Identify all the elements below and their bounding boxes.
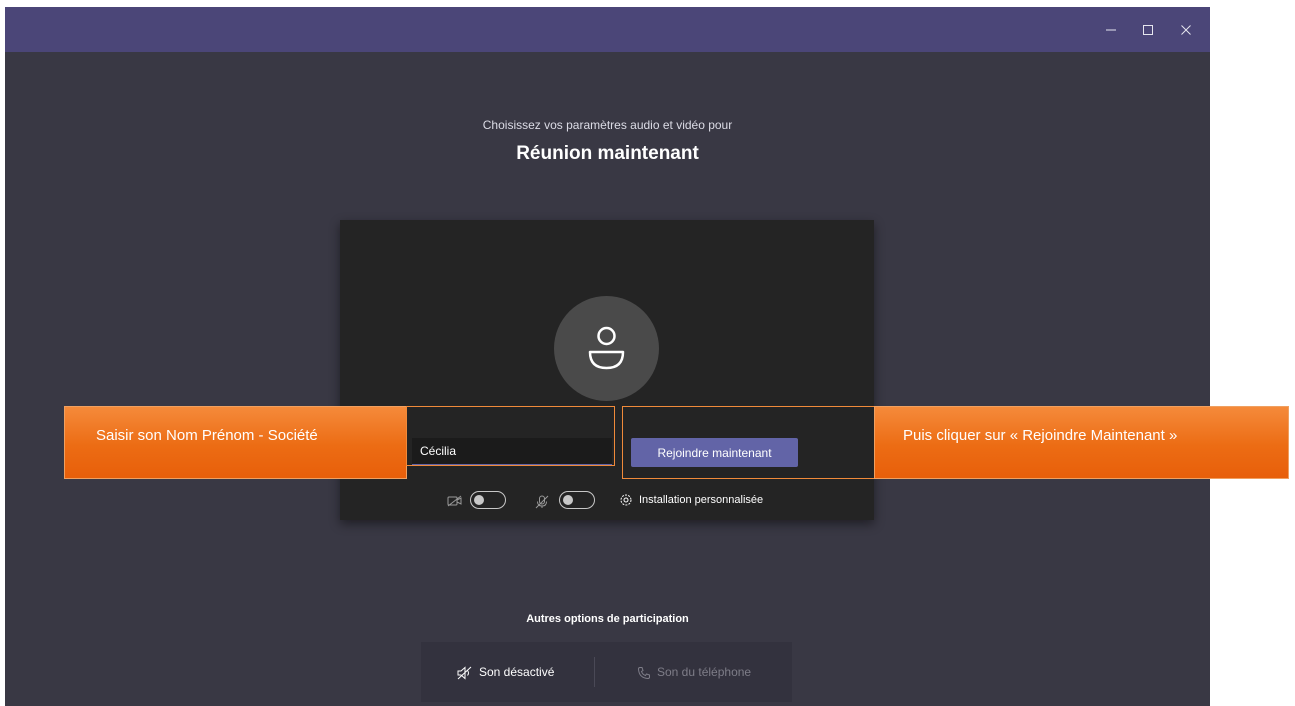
- maximize-button[interactable]: [1135, 19, 1161, 41]
- join-callout: Puis cliquer sur « Rejoindre Maintenant …: [874, 406, 1289, 479]
- avatar: [554, 296, 659, 401]
- title-bar: [5, 7, 1210, 52]
- name-callout: Saisir son Nom Prénom - Société: [64, 406, 407, 479]
- minimize-icon: [1106, 29, 1116, 31]
- mic-toggle[interactable]: [559, 491, 595, 509]
- name-input-highlight: [406, 406, 615, 466]
- mic-off-icon: [535, 495, 549, 509]
- custom-setup-button[interactable]: Installation personnalisée: [619, 491, 763, 509]
- phone-audio-option[interactable]: Son du téléphone: [637, 663, 751, 681]
- phone-audio-label: Son du téléphone: [657, 665, 752, 679]
- video-off-icon: [447, 495, 462, 507]
- minimize-button[interactable]: [1098, 19, 1124, 41]
- options-divider: [594, 657, 595, 687]
- audio-off-label: Son désactivé: [479, 665, 555, 679]
- other-options-heading: Autres options de participation: [526, 613, 689, 625]
- teams-window: Choisissez vos paramètres audio et vidéo…: [5, 7, 1210, 706]
- close-icon: [1181, 25, 1191, 35]
- meeting-title: Réunion maintenant: [516, 143, 699, 164]
- name-callout-text: Saisir son Nom Prénom - Société: [96, 427, 318, 444]
- mic-toggle-knob: [563, 495, 573, 505]
- gear-icon: [620, 494, 632, 506]
- join-button-highlight: [622, 406, 875, 479]
- custom-setup-label: Installation personnalisée: [639, 494, 764, 506]
- other-options-panel: Son désactivé Son du téléphone: [421, 642, 792, 702]
- phone-icon: [637, 666, 650, 679]
- video-toggle-knob: [474, 495, 484, 505]
- person-icon: [588, 326, 625, 370]
- join-callout-text: Puis cliquer sur « Rejoindre Maintenant …: [903, 427, 1178, 444]
- prejoin-subtitle: Choisissez vos paramètres audio et vidéo…: [482, 118, 733, 132]
- speaker-off-icon: [457, 666, 472, 680]
- video-toggle[interactable]: [470, 491, 506, 509]
- close-button[interactable]: [1173, 19, 1199, 41]
- audio-off-option[interactable]: Son désactivé: [457, 663, 554, 681]
- maximize-icon: [1143, 25, 1153, 35]
